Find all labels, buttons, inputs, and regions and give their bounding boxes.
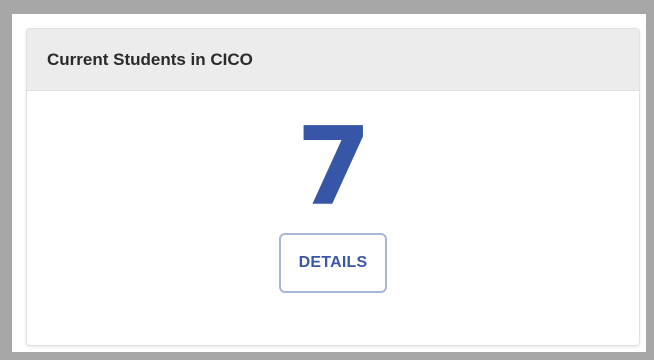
details-button[interactable]: DETAILS xyxy=(279,233,387,293)
widget-frame: Current Students in CICO 7 DETAILS xyxy=(0,0,654,360)
widget-frame-inner: Current Students in CICO 7 DETAILS xyxy=(12,14,646,352)
student-count: 7 xyxy=(296,105,371,230)
card-header: Current Students in CICO xyxy=(27,29,639,91)
students-in-cico-card: Current Students in CICO 7 DETAILS xyxy=(26,28,640,346)
card-title: Current Students in CICO xyxy=(47,49,253,69)
card-body: 7 DETAILS xyxy=(27,91,639,345)
